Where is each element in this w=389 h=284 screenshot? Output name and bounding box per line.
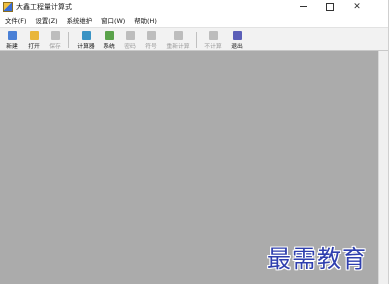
exit-button[interactable]: 退出 [227,29,247,51]
lock-icon [125,31,135,40]
no-calc-button-label: 不计算 [204,44,222,50]
app-icon [3,1,13,12]
close-button[interactable]: ✕ [344,0,370,13]
menu-bar: 文件(F) 设置(Z) 系统维护 窗口(W) 帮助(H) [0,14,388,26]
new-button[interactable]: 新建 [2,29,22,51]
menu-window[interactable]: 窗口(W) [101,16,125,25]
vertical-scrollbar[interactable] [378,51,388,284]
open-folder-icon [29,31,39,40]
toolbar-separator [68,32,69,48]
calculator-button-label: 计算器 [77,44,95,50]
recalculate-button[interactable]: 重新计算 [163,29,193,51]
toolbar: 新建 打开 保存 计算器 系统 密码 符号 重新计算 不计算 退出 [0,27,388,51]
save-icon [50,31,60,40]
system-icon [104,31,114,40]
exit-icon [232,31,242,40]
recalculate-icon [173,31,183,40]
minimize-button[interactable] [290,0,316,13]
exit-button-label: 退出 [231,44,243,50]
save-button-label: 保存 [49,44,61,50]
menu-help[interactable]: 帮助(H) [134,16,157,25]
no-calc-button[interactable]: 不计算 [201,29,225,51]
open-button[interactable]: 打开 [24,29,44,51]
password-button-label: 密码 [124,44,136,50]
minimize-icon [299,6,307,7]
no-calc-icon [208,31,218,40]
calculator-button[interactable]: 计算器 [74,29,98,51]
window-title: 大鑫工程量计算式 [16,2,72,11]
system-button[interactable]: 系统 [99,29,119,51]
save-button[interactable]: 保存 [45,29,65,51]
menu-file[interactable]: 文件(F) [5,16,26,25]
toolbar-separator [196,32,197,48]
maximize-button[interactable] [317,0,343,13]
recalculate-button-label: 重新计算 [166,44,190,50]
main-window: 大鑫工程量计算式 ✕ 文件(F) 设置(Z) 系统维护 窗口(W) 帮助(H) … [0,0,389,284]
maximize-icon [326,2,334,11]
watermark-text: 最需教育 [267,245,367,273]
new-button-label: 新建 [6,44,18,50]
paragraph-symbol-icon [146,31,156,40]
symbol-button[interactable]: 符号 [141,29,161,51]
symbol-button-label: 符号 [145,44,157,50]
menu-system-maintenance[interactable]: 系统维护 [67,16,93,25]
password-button[interactable]: 密码 [120,29,140,51]
new-file-icon [7,31,17,40]
calculator-icon [81,31,91,40]
menu-settings[interactable]: 设置(Z) [35,16,57,25]
open-button-label: 打开 [28,44,40,50]
system-button-label: 系统 [103,44,115,50]
close-icon: ✕ [353,1,361,12]
